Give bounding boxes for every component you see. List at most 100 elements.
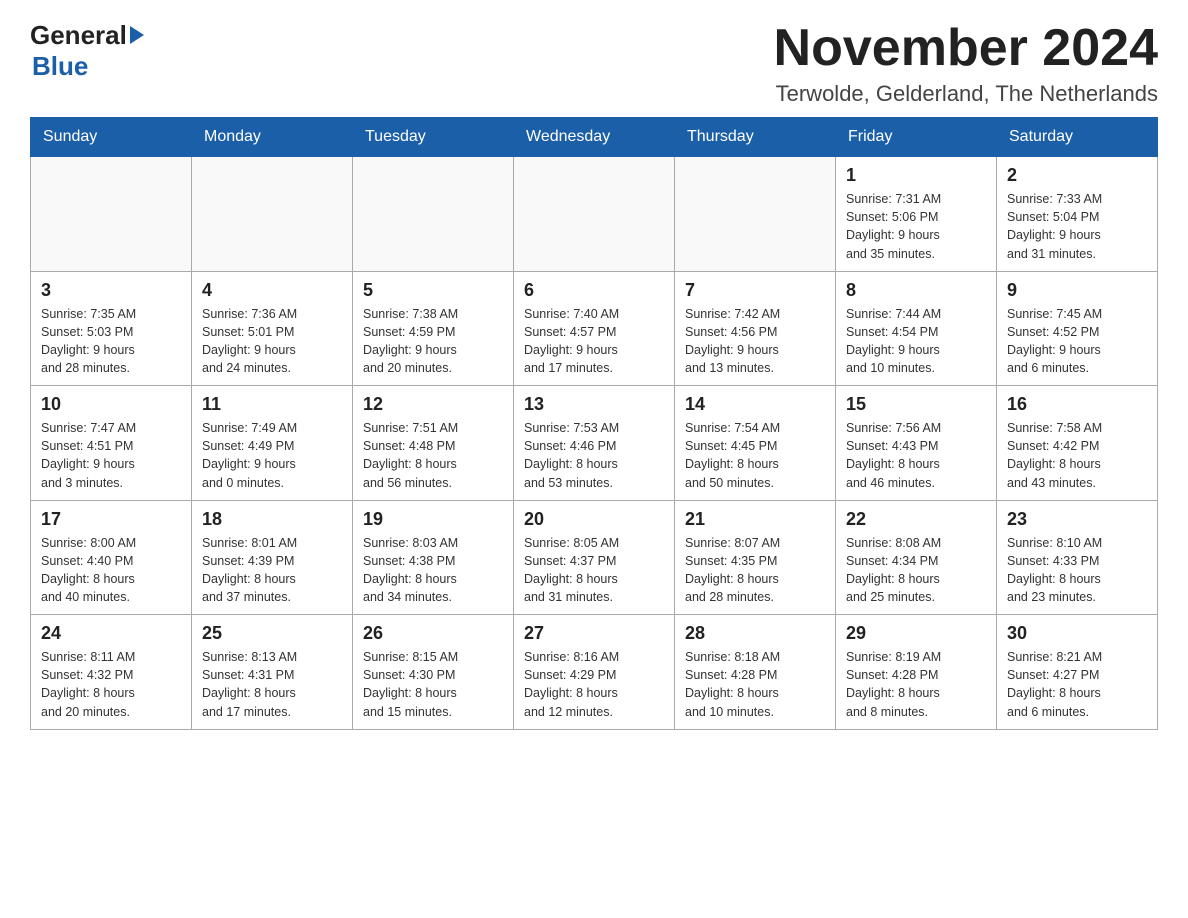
- day-info: Sunrise: 7:36 AMSunset: 5:01 PMDaylight:…: [202, 305, 342, 378]
- calendar-cell: [31, 157, 192, 272]
- day-number: 18: [202, 509, 342, 530]
- day-info: Sunrise: 8:16 AMSunset: 4:29 PMDaylight:…: [524, 648, 664, 721]
- calendar-cell: 12Sunrise: 7:51 AMSunset: 4:48 PMDayligh…: [353, 386, 514, 501]
- calendar-cell: 27 Sunrise: 8:16 AMSunset: 4:29 PMDayligh…: [514, 615, 675, 730]
- page-header: General Blue November 2024 Terwolde, Gel…: [30, 20, 1158, 107]
- day-number: 7: [685, 280, 825, 301]
- calendar-cell: 15Sunrise: 7:56 AMSunset: 4:43 PMDayligh…: [836, 386, 997, 501]
- day-number: 1: [846, 165, 986, 186]
- day-number: 15: [846, 394, 986, 415]
- day-number: 20: [524, 509, 664, 530]
- logo-arrow-icon: [130, 26, 144, 44]
- day-number: 14: [685, 394, 825, 415]
- logo-blue-text: Blue: [32, 51, 144, 82]
- day-number: 13: [524, 394, 664, 415]
- day-info: Sunrise: 8:07 AMSunset: 4:35 PMDaylight:…: [685, 534, 825, 607]
- calendar-cell: 4 Sunrise: 7:36 AMSunset: 5:01 PMDaylight…: [192, 271, 353, 386]
- calendar-cell: 30Sunrise: 8:21 AMSunset: 4:27 PMDayligh…: [997, 615, 1158, 730]
- day-number: 26: [363, 623, 503, 644]
- day-info: Sunrise: 7:45 AMSunset: 4:52 PMDaylight:…: [1007, 305, 1147, 378]
- logo-area: General Blue: [30, 20, 144, 82]
- day-info: Sunrise: 7:51 AMSunset: 4:48 PMDaylight:…: [363, 419, 503, 492]
- day-number: 2: [1007, 165, 1147, 186]
- day-number: 27: [524, 623, 664, 644]
- day-number: 29: [846, 623, 986, 644]
- calendar-cell: 1 Sunrise: 7:31 AMSunset: 5:06 PMDaylight…: [836, 157, 997, 272]
- week-row-2: 3 Sunrise: 7:35 AMSunset: 5:03 PMDaylight…: [31, 271, 1158, 386]
- calendar-cell: 19 Sunrise: 8:03 AMSunset: 4:38 PMDayligh…: [353, 500, 514, 615]
- calendar-cell: 29 Sunrise: 8:19 AMSunset: 4:28 PMDayligh…: [836, 615, 997, 730]
- day-info: Sunrise: 7:44 AMSunset: 4:54 PMDaylight:…: [846, 305, 986, 378]
- calendar-cell: 18 Sunrise: 8:01 AMSunset: 4:39 PMDayligh…: [192, 500, 353, 615]
- calendar-cell: 10 Sunrise: 7:47 AMSunset: 4:51 PMDayligh…: [31, 386, 192, 501]
- logo: General Blue: [30, 20, 144, 82]
- day-info: Sunrise: 8:15 AMSunset: 4:30 PMDaylight:…: [363, 648, 503, 721]
- calendar-cell: 11 Sunrise: 7:49 AMSunset: 4:49 PMDayligh…: [192, 386, 353, 501]
- calendar-cell: 16Sunrise: 7:58 AMSunset: 4:42 PMDayligh…: [997, 386, 1158, 501]
- day-number: 21: [685, 509, 825, 530]
- day-info: Sunrise: 8:10 AMSunset: 4:33 PMDaylight:…: [1007, 534, 1147, 607]
- day-info: Sunrise: 8:01 AMSunset: 4:39 PMDaylight:…: [202, 534, 342, 607]
- day-info: Sunrise: 7:42 AMSunset: 4:56 PMDaylight:…: [685, 305, 825, 378]
- day-number: 6: [524, 280, 664, 301]
- day-info: Sunrise: 7:31 AMSunset: 5:06 PMDaylight:…: [846, 190, 986, 263]
- day-number: 19: [363, 509, 503, 530]
- calendar-cell: 6 Sunrise: 7:40 AMSunset: 4:57 PMDaylight…: [514, 271, 675, 386]
- day-number: 24: [41, 623, 181, 644]
- location-subtitle: Terwolde, Gelderland, The Netherlands: [774, 81, 1158, 107]
- week-row-3: 10 Sunrise: 7:47 AMSunset: 4:51 PMDayligh…: [31, 386, 1158, 501]
- day-number: 3: [41, 280, 181, 301]
- calendar-cell: 20 Sunrise: 8:05 AMSunset: 4:37 PMDayligh…: [514, 500, 675, 615]
- weekday-header-wednesday: Wednesday: [514, 118, 675, 157]
- day-number: 30: [1007, 623, 1147, 644]
- day-info: Sunrise: 7:33 AMSunset: 5:04 PMDaylight:…: [1007, 190, 1147, 263]
- calendar-cell: 9 Sunrise: 7:45 AMSunset: 4:52 PMDaylight…: [997, 271, 1158, 386]
- day-number: 11: [202, 394, 342, 415]
- calendar-cell: 7 Sunrise: 7:42 AMSunset: 4:56 PMDaylight…: [675, 271, 836, 386]
- calendar-cell: [353, 157, 514, 272]
- day-number: 10: [41, 394, 181, 415]
- day-number: 4: [202, 280, 342, 301]
- day-info: Sunrise: 7:49 AMSunset: 4:49 PMDaylight:…: [202, 419, 342, 492]
- day-info: Sunrise: 7:58 AMSunset: 4:42 PMDaylight:…: [1007, 419, 1147, 492]
- calendar-cell: [192, 157, 353, 272]
- calendar-table: SundayMondayTuesdayWednesdayThursdayFrid…: [30, 117, 1158, 730]
- day-number: 9: [1007, 280, 1147, 301]
- month-year-title: November 2024: [774, 20, 1158, 77]
- day-info: Sunrise: 8:00 AMSunset: 4:40 PMDaylight:…: [41, 534, 181, 607]
- calendar-cell: 13Sunrise: 7:53 AMSunset: 4:46 PMDayligh…: [514, 386, 675, 501]
- day-info: Sunrise: 8:03 AMSunset: 4:38 PMDaylight:…: [363, 534, 503, 607]
- day-info: Sunrise: 7:35 AMSunset: 5:03 PMDaylight:…: [41, 305, 181, 378]
- day-number: 17: [41, 509, 181, 530]
- calendar-cell: 17 Sunrise: 8:00 AMSunset: 4:40 PMDayligh…: [31, 500, 192, 615]
- weekday-header-row: SundayMondayTuesdayWednesdayThursdayFrid…: [31, 118, 1158, 157]
- calendar-cell: 25Sunrise: 8:13 AMSunset: 4:31 PMDayligh…: [192, 615, 353, 730]
- day-info: Sunrise: 8:05 AMSunset: 4:37 PMDaylight:…: [524, 534, 664, 607]
- day-number: 5: [363, 280, 503, 301]
- weekday-header-monday: Monday: [192, 118, 353, 157]
- weekday-header-sunday: Sunday: [31, 118, 192, 157]
- calendar-cell: 3 Sunrise: 7:35 AMSunset: 5:03 PMDaylight…: [31, 271, 192, 386]
- day-info: Sunrise: 8:08 AMSunset: 4:34 PMDaylight:…: [846, 534, 986, 607]
- day-number: 22: [846, 509, 986, 530]
- weekday-header-thursday: Thursday: [675, 118, 836, 157]
- calendar-cell: 26 Sunrise: 8:15 AMSunset: 4:30 PMDayligh…: [353, 615, 514, 730]
- weekday-header-friday: Friday: [836, 118, 997, 157]
- day-info: Sunrise: 7:40 AMSunset: 4:57 PMDaylight:…: [524, 305, 664, 378]
- calendar-cell: [514, 157, 675, 272]
- week-row-5: 24Sunrise: 8:11 AMSunset: 4:32 PMDayligh…: [31, 615, 1158, 730]
- calendar-cell: 14Sunrise: 7:54 AMSunset: 4:45 PMDayligh…: [675, 386, 836, 501]
- day-number: 28: [685, 623, 825, 644]
- calendar-cell: 21 Sunrise: 8:07 AMSunset: 4:35 PMDayligh…: [675, 500, 836, 615]
- day-info: Sunrise: 8:13 AMSunset: 4:31 PMDaylight:…: [202, 648, 342, 721]
- day-number: 23: [1007, 509, 1147, 530]
- calendar-cell: 22 Sunrise: 8:08 AMSunset: 4:34 PMDayligh…: [836, 500, 997, 615]
- logo-general-text: General: [30, 20, 144, 51]
- day-info: Sunrise: 8:19 AMSunset: 4:28 PMDaylight:…: [846, 648, 986, 721]
- calendar-cell: 24Sunrise: 8:11 AMSunset: 4:32 PMDayligh…: [31, 615, 192, 730]
- title-area: November 2024 Terwolde, Gelderland, The …: [774, 20, 1158, 107]
- day-number: 8: [846, 280, 986, 301]
- calendar-cell: 2 Sunrise: 7:33 AMSunset: 5:04 PMDaylight…: [997, 157, 1158, 272]
- day-info: Sunrise: 7:47 AMSunset: 4:51 PMDaylight:…: [41, 419, 181, 492]
- week-row-4: 17 Sunrise: 8:00 AMSunset: 4:40 PMDayligh…: [31, 500, 1158, 615]
